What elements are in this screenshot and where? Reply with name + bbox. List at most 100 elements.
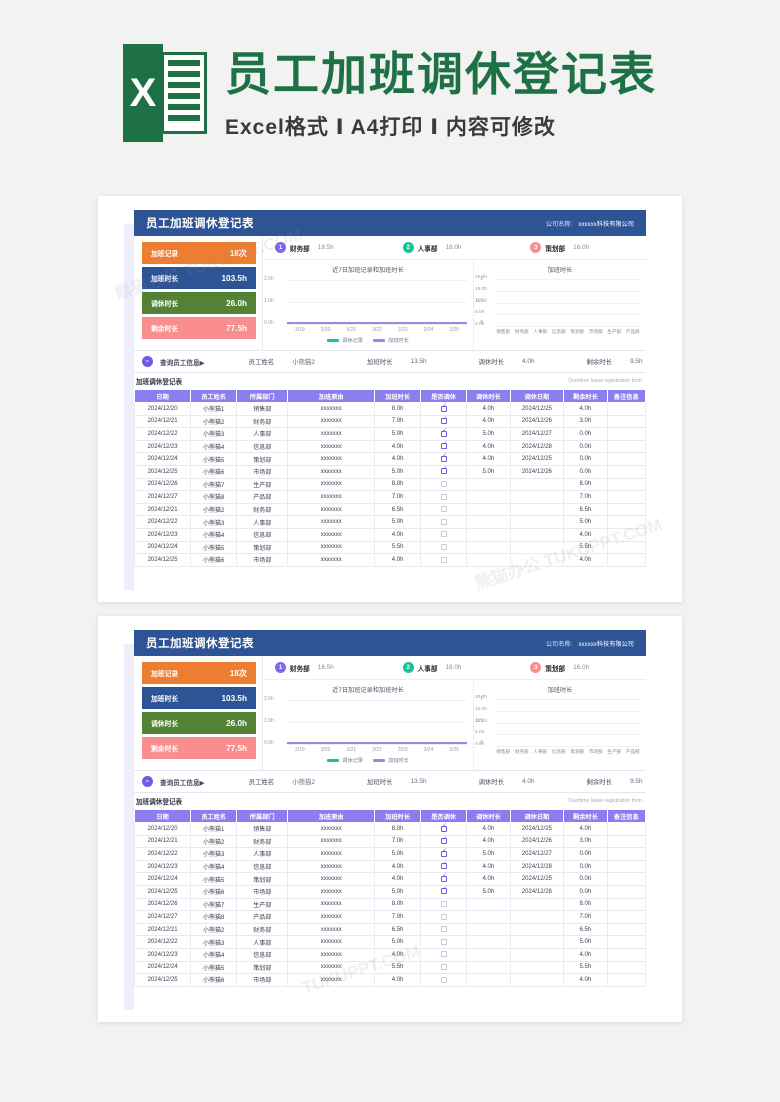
table-cell[interactable]: 市场部 xyxy=(236,553,289,567)
table-cell[interactable] xyxy=(607,490,647,504)
table-cell[interactable]: 产品部 xyxy=(236,910,289,924)
table-cell[interactable]: xxxxxxx xyxy=(287,822,376,836)
table-cell[interactable] xyxy=(510,478,565,492)
table-cell[interactable]: 信息部 xyxy=(236,860,289,874)
table-cell[interactable]: 2024/12/23 xyxy=(133,440,192,454)
table-cell[interactable]: 0.0h xyxy=(563,847,608,861)
table-cell[interactable]: 4.0h xyxy=(563,553,608,567)
table-cell[interactable]: 6.5h xyxy=(563,923,608,937)
table-cell[interactable]: xxxxxxx xyxy=(287,885,376,899)
table-cell[interactable]: 2024/12/27 xyxy=(510,427,565,441)
search-icon[interactable]: ⌕ xyxy=(142,356,153,367)
table-cell[interactable]: 5.0h xyxy=(374,885,422,899)
checkbox-unchecked-icon[interactable] xyxy=(440,951,447,958)
table-cell[interactable]: xxxxxxx xyxy=(287,835,376,849)
table-cell[interactable] xyxy=(607,822,647,836)
table-cell[interactable]: 小熊猫4 xyxy=(190,860,238,874)
table-cell[interactable]: 5.0h xyxy=(466,847,511,861)
table-cell[interactable] xyxy=(607,541,647,555)
leave-checkbox-cell[interactable] xyxy=(420,847,468,861)
table-cell[interactable] xyxy=(607,872,647,886)
table-cell[interactable]: xxxxxxx xyxy=(287,973,376,987)
table-cell[interactable] xyxy=(607,402,647,416)
table-cell[interactable] xyxy=(607,923,647,937)
ranking-item-1[interactable]: 1 财务部 18.5h xyxy=(263,242,391,253)
table-cell[interactable]: 2024/12/25 xyxy=(133,885,192,899)
table-cell[interactable]: 小熊猫3 xyxy=(190,515,238,529)
table-row[interactable]: 2024/12/22 小熊猫3 人事部 xxxxxxx 5.0h 5.0h xyxy=(133,935,647,949)
table-row[interactable]: 2024/12/20小熊猫1销售部xxxxxxx8.0h 4.0h2024/12/… xyxy=(133,402,647,416)
table-cell[interactable]: 0.0h xyxy=(563,427,608,441)
table-cell[interactable]: 4.0h xyxy=(374,860,422,874)
table-cell[interactable]: xxxxxxx xyxy=(287,402,376,416)
kpi-card-overtime-records[interactable]: 加班记录 18次 xyxy=(142,662,256,684)
table-cell[interactable]: 策划部 xyxy=(236,452,289,466)
table-row[interactable]: 2024/12/21小熊猫2财务部xxxxxxx7.0h 4.0h2024/12/… xyxy=(133,835,647,849)
checkbox-checked-icon[interactable] xyxy=(440,403,448,412)
table-cell[interactable]: xxxxxxx xyxy=(287,528,376,542)
table-cell[interactable]: 小熊猫6 xyxy=(190,885,238,899)
table-cell[interactable]: 策划部 xyxy=(236,872,289,886)
table-cell[interactable]: 2024/12/25 xyxy=(510,822,565,836)
table-cell[interactable] xyxy=(607,961,647,975)
table-cell[interactable] xyxy=(466,528,511,542)
table-header-cell[interactable]: 加班原由 xyxy=(287,809,376,823)
table-cell[interactable] xyxy=(466,973,511,987)
table-header-cell[interactable]: 加班时长 xyxy=(374,809,422,823)
table-cell[interactable] xyxy=(607,440,647,454)
table-cell[interactable]: xxxxxxx xyxy=(287,923,376,937)
table-cell[interactable]: 8.0h xyxy=(374,478,422,492)
table-cell[interactable]: 产品部 xyxy=(236,490,289,504)
table-cell[interactable] xyxy=(510,541,565,555)
table-cell[interactable]: xxxxxxx xyxy=(287,503,376,517)
ranking-item-2[interactable]: 2 人事部 18.0h xyxy=(391,662,519,673)
table-row[interactable]: 2024/12/25 小熊猫6 市场部 xxxxxxx 4.0h 4.0h xyxy=(133,973,647,987)
table-cell[interactable] xyxy=(607,553,647,567)
table-cell[interactable]: 4.0h xyxy=(466,415,511,429)
table-cell[interactable]: 2024/12/26 xyxy=(133,478,192,492)
table-header-cell[interactable]: 是否调休 xyxy=(420,809,468,823)
leave-checkbox-cell[interactable] xyxy=(420,465,468,479)
leave-checkbox-cell[interactable] xyxy=(420,528,468,542)
leave-checkbox-cell[interactable] xyxy=(420,452,468,466)
table-cell[interactable]: 8.0h xyxy=(374,402,422,416)
leave-checkbox-cell[interactable] xyxy=(420,503,468,517)
table-cell[interactable]: 策划部 xyxy=(236,541,289,555)
table-cell[interactable]: 2024/12/20 xyxy=(133,822,192,836)
table-cell[interactable]: 2024/12/27 xyxy=(133,910,192,924)
table-cell[interactable]: xxxxxxx xyxy=(287,452,376,466)
table-cell[interactable]: 2024/12/25 xyxy=(133,973,192,987)
table-cell[interactable] xyxy=(607,860,647,874)
checkbox-checked-icon[interactable] xyxy=(440,861,448,870)
table-row[interactable]: 2024/12/20小熊猫1销售部xxxxxxx8.0h 4.0h2024/12/… xyxy=(133,822,647,836)
table-cell[interactable]: xxxxxxx xyxy=(287,847,376,861)
table-cell[interactable] xyxy=(466,541,511,555)
table-cell[interactable]: 小熊猫2 xyxy=(190,835,238,849)
query-employee-link[interactable]: 查询员工信息▶ xyxy=(160,777,205,787)
table-cell[interactable]: 8.0h xyxy=(374,822,422,836)
table-cell[interactable]: 小熊猫3 xyxy=(190,427,238,441)
table-cell[interactable]: 2024/12/23 xyxy=(133,948,192,962)
table-row[interactable]: 2024/12/23 小熊猫4 信息部 xxxxxxx 4.0h 4.0h xyxy=(133,948,647,962)
table-cell[interactable]: 6.5h xyxy=(374,503,422,517)
table-cell[interactable] xyxy=(607,973,647,987)
leave-checkbox-cell[interactable] xyxy=(420,553,468,567)
table-cell[interactable]: 8.0h xyxy=(374,898,422,912)
table-cell[interactable]: 7.0h xyxy=(374,490,422,504)
table-cell[interactable] xyxy=(607,910,647,924)
table-cell[interactable]: 6.5h xyxy=(563,503,608,517)
table-cell[interactable] xyxy=(607,847,647,861)
table-cell[interactable]: 销售部 xyxy=(236,402,289,416)
checkbox-unchecked-icon[interactable] xyxy=(440,926,447,933)
kpi-card-remaining-hours[interactable]: 剩余时长 77.5h xyxy=(142,737,256,759)
table-cell[interactable]: 4.0h xyxy=(563,528,608,542)
table-cell[interactable]: 3.0h xyxy=(563,835,608,849)
table-cell[interactable]: 4.0h xyxy=(374,440,422,454)
table-cell[interactable]: 财务部 xyxy=(236,415,289,429)
table-cell[interactable] xyxy=(607,835,647,849)
checkbox-unchecked-icon[interactable] xyxy=(440,964,447,971)
table-cell[interactable] xyxy=(510,898,565,912)
table-cell[interactable]: 4.0h xyxy=(374,553,422,567)
checkbox-unchecked-icon[interactable] xyxy=(440,913,447,920)
table-cell[interactable]: 4.0h xyxy=(466,872,511,886)
